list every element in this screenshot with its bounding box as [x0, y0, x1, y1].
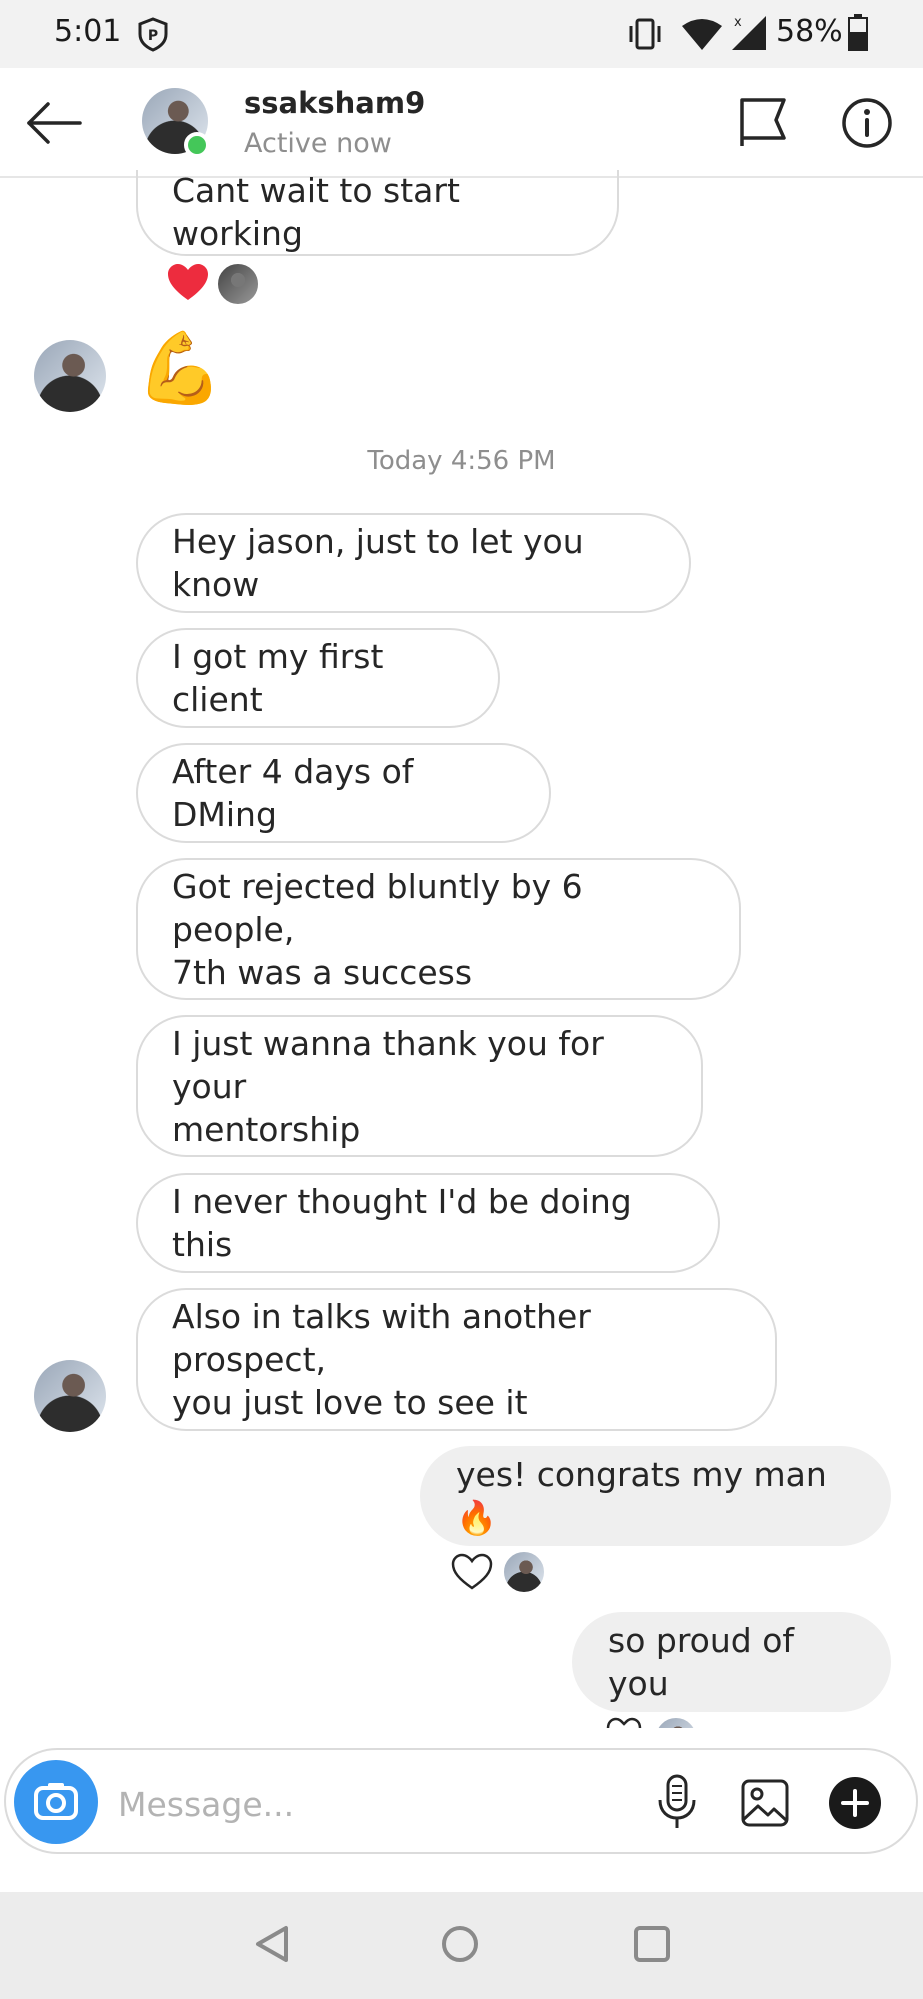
gallery-icon[interactable] — [740, 1778, 790, 1828]
message-bubble-incoming[interactable]: Hey jason, just to let you know — [136, 513, 691, 613]
flexed-biceps-emoji[interactable]: 💪 — [136, 328, 223, 408]
message-bubble-incoming[interactable]: I never thought I'd be doing this — [136, 1173, 720, 1273]
message-bubble-incoming[interactable]: I got my first client — [136, 628, 500, 728]
heart-reaction-icon[interactable] — [166, 262, 210, 302]
wifi-icon — [682, 19, 722, 50]
contact-name[interactable]: ssaksham9 — [244, 86, 425, 120]
sender-avatar[interactable] — [34, 340, 106, 412]
contact-status: Active now — [244, 128, 392, 159]
shield-icon: P — [138, 17, 168, 52]
reactor-avatar — [654, 1716, 694, 1728]
heart-outline-icon[interactable] — [602, 1716, 646, 1728]
info-icon[interactable] — [840, 96, 894, 150]
svg-text:P: P — [148, 28, 158, 44]
vibrate-icon — [629, 18, 661, 50]
message-timestamp: Today 4:56 PM — [367, 446, 556, 476]
message-bubble-incoming[interactable]: Cant wait to start working — [136, 170, 619, 256]
camera-icon — [34, 1783, 78, 1820]
battery-icon — [848, 14, 868, 51]
nav-home-icon[interactable] — [440, 1924, 480, 1964]
message-bubble-outgoing[interactable]: yes! congrats my man 🔥 — [420, 1446, 891, 1546]
battery-percent: 58% — [776, 14, 843, 49]
svg-text:x: x — [734, 15, 742, 30]
message-bubble-incoming[interactable]: Also in talks with another prospect, you… — [136, 1288, 777, 1431]
message-bubble-outgoing[interactable]: so proud of you — [572, 1612, 891, 1712]
signal-icon: x — [732, 15, 766, 50]
reactor-avatar — [216, 262, 260, 306]
plus-icon[interactable] — [828, 1776, 882, 1830]
online-indicator — [184, 132, 210, 158]
reactor-avatar — [502, 1550, 546, 1594]
message-bubble-incoming[interactable]: I just wanna thank you for your mentorsh… — [136, 1015, 703, 1157]
nav-recents-icon[interactable] — [632, 1924, 672, 1964]
heart-outline-icon[interactable] — [450, 1552, 494, 1592]
back-arrow-icon[interactable] — [24, 98, 84, 148]
nav-back-icon[interactable] — [254, 1924, 290, 1964]
message-bubble-incoming[interactable]: After 4 days of DMing — [136, 743, 551, 843]
status-time: 5:01 — [54, 14, 122, 49]
message-bubble-incoming[interactable]: Got rejected bluntly by 6 people, 7th wa… — [136, 858, 741, 1000]
flag-icon[interactable] — [736, 94, 790, 150]
microphone-icon[interactable] — [654, 1774, 700, 1830]
sender-avatar[interactable] — [34, 1360, 106, 1432]
message-input[interactable] — [116, 1770, 620, 1838]
camera-button[interactable] — [14, 1760, 98, 1844]
